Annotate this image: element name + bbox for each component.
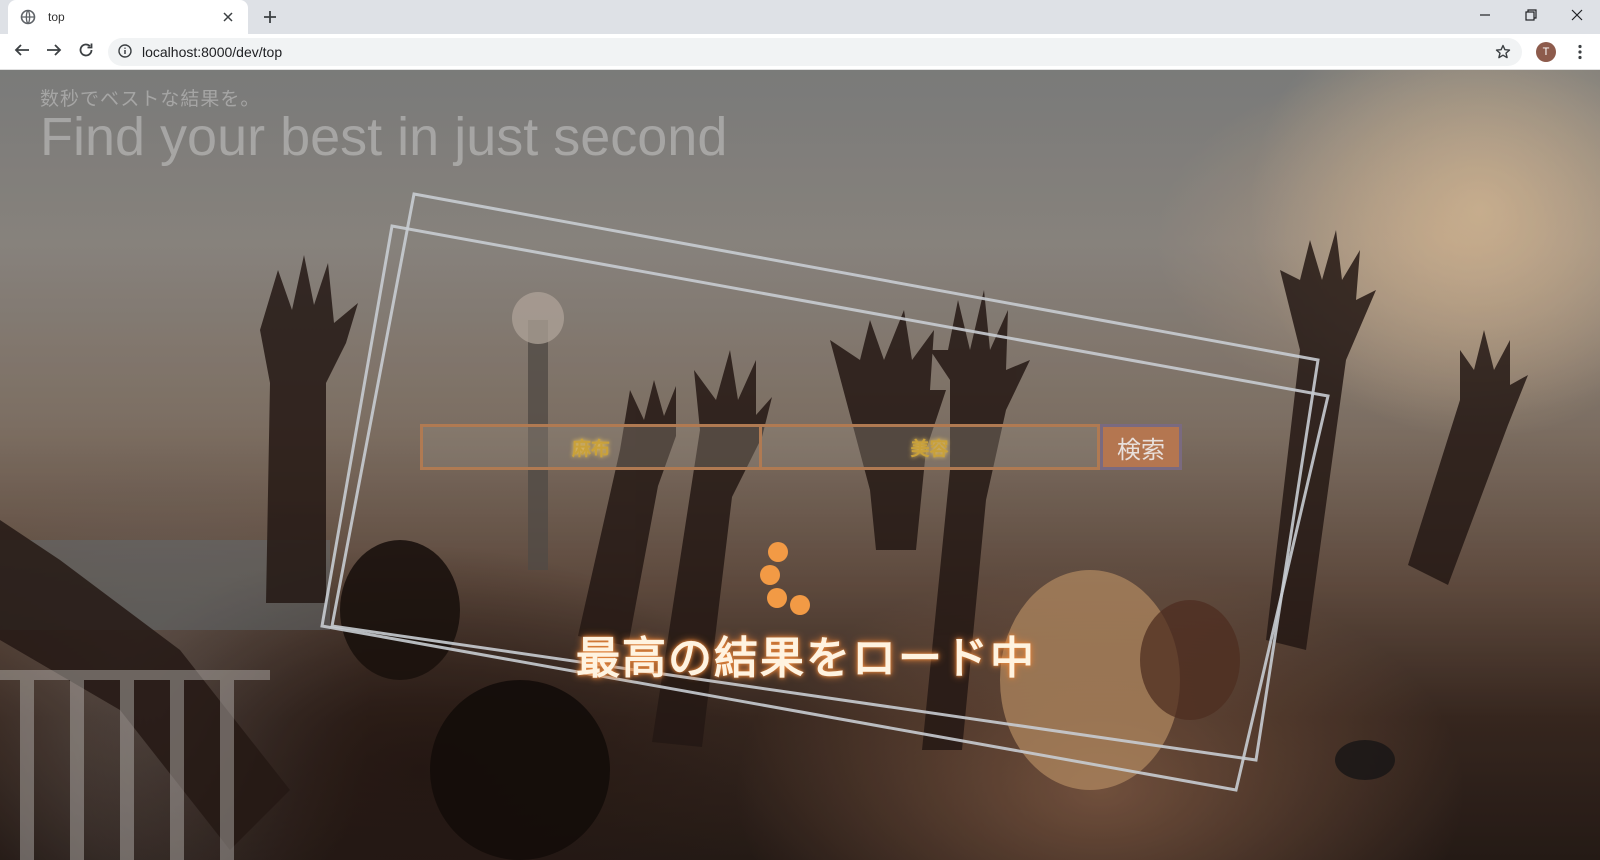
address-bar[interactable]: localhost:8000/dev/top [108, 38, 1522, 66]
plus-icon [263, 9, 277, 28]
loading-text: 最高の結果をロード中 [576, 633, 1036, 684]
tab-title: top [48, 10, 65, 24]
spinner-dot [790, 595, 810, 615]
browser-titlebar: top [0, 0, 1600, 34]
minimize-button[interactable] [1462, 0, 1508, 30]
spinner-dot [767, 588, 787, 608]
back-icon [14, 42, 30, 62]
forward-icon [46, 42, 62, 62]
restore-button[interactable] [1508, 0, 1554, 30]
page-viewport: 数秒でベストな結果を。 Find your best in just secon… [0, 70, 1600, 860]
loading-spinner [760, 542, 810, 615]
window-close-icon [1571, 6, 1583, 25]
globe-icon [20, 9, 36, 25]
url-text: localhost:8000/dev/top [142, 44, 283, 60]
back-button[interactable] [8, 38, 36, 66]
spinner-dot [768, 542, 788, 562]
browser-toolbar: localhost:8000/dev/top T [0, 34, 1600, 70]
spinner-dot [760, 565, 780, 585]
profile-avatar[interactable]: T [1536, 42, 1556, 62]
more-vert-icon[interactable] [1568, 40, 1592, 64]
browser-tab[interactable]: top [8, 0, 248, 34]
reload-icon [78, 42, 94, 62]
info-icon[interactable] [118, 43, 132, 62]
window-close-button[interactable] [1554, 0, 1600, 30]
reload-button[interactable] [72, 38, 100, 66]
new-tab-button[interactable] [258, 6, 282, 30]
star-icon[interactable] [1494, 43, 1512, 61]
close-icon[interactable] [220, 9, 236, 25]
restore-icon [1525, 6, 1537, 25]
minimize-icon [1479, 6, 1491, 25]
forward-button[interactable] [40, 38, 68, 66]
